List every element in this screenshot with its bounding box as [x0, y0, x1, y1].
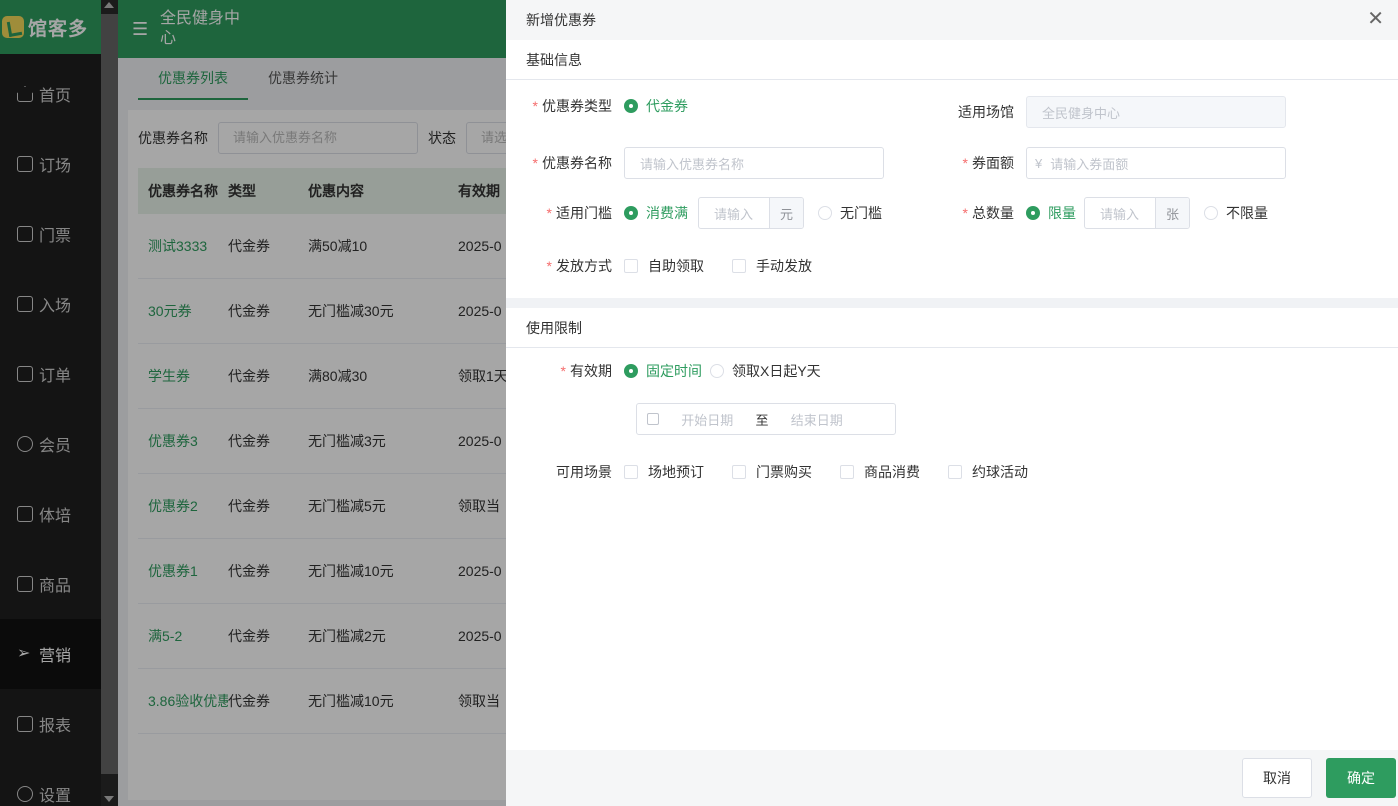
validity-fixed-radio[interactable]: 固定时间 [624, 361, 702, 381]
radio-checked-icon [1026, 206, 1040, 220]
drawer-footer: 取消 确定 [506, 750, 1398, 806]
yuan-unit: 元 [769, 198, 803, 228]
section-divider [506, 298, 1398, 308]
checkbox-icon [732, 259, 746, 273]
drawer-header: 新增优惠券 ✕ [506, 0, 1398, 40]
venue-input: 全民健身中心 [1026, 96, 1286, 128]
app: 馆客多 首页 订场 门票 入场 订单 会员 体培 商品 ➢ 营销 报表 设置 ☰ … [0, 0, 1398, 806]
face-value-row: * 券面额 ¥ 请输入券面额 [886, 147, 1286, 179]
checkbox-icon [732, 465, 746, 479]
threshold-placeholder: 请输入 [714, 206, 754, 222]
coupon-type-radio[interactable]: 代金券 [624, 96, 688, 116]
name-row: * 优惠券名称 请输入优惠券名称 [506, 147, 884, 179]
scene-goods-checkbox[interactable]: 商品消费 [840, 462, 920, 482]
threshold-amount-input[interactable]: 请输入元 [698, 197, 804, 229]
validity-label: * 有效期 [560, 363, 612, 379]
radio-unchecked-icon [818, 206, 832, 220]
checkbox-label: 场地预订 [648, 464, 704, 480]
date-range-row: 开始日期 至 结束日期 [636, 403, 896, 435]
checkbox-icon [624, 259, 638, 273]
total-limited-radio[interactable]: 限量 [1026, 203, 1076, 223]
scene-match-checkbox[interactable]: 约球活动 [948, 462, 1028, 482]
radio-label: 固定时间 [646, 363, 702, 379]
radio-label: 无门槛 [840, 205, 882, 221]
checkbox-label: 自助领取 [648, 258, 704, 274]
end-date-input[interactable]: 结束日期 [791, 410, 843, 429]
coupon-type-row: * 优惠券类型 代金券 [506, 96, 702, 116]
section-limits: 使用限制 [506, 308, 1398, 348]
threshold-label: * 适用门槛 [546, 205, 612, 221]
date-range-picker[interactable]: 开始日期 至 结束日期 [636, 403, 896, 435]
validity-row: * 有效期 固定时间 领取X日起Y天 [506, 361, 835, 381]
radio-label: 限量 [1048, 205, 1076, 221]
name-label: * 优惠券名称 [532, 155, 612, 171]
face-placeholder: 请输入券面额 [1050, 156, 1129, 172]
total-unlimited-radio[interactable]: 不限量 [1204, 203, 1268, 223]
checkbox-label: 商品消费 [864, 464, 920, 480]
scene-ticket-checkbox[interactable]: 门票购买 [732, 462, 812, 482]
scene-label: 可用场景 [556, 464, 612, 480]
issue-row: * 发放方式 自助领取 手动发放 [506, 256, 840, 276]
venue-row: 适用场馆 全民健身中心 [886, 96, 1286, 128]
radio-label: 领取X日起Y天 [732, 363, 821, 379]
coupon-name-input[interactable]: 请输入优惠券名称 [624, 147, 884, 179]
total-placeholder: 请输入 [1100, 206, 1140, 222]
coupon-type-label: * 优惠券类型 [532, 98, 612, 114]
radio-label: 消费满 [646, 205, 688, 221]
checkbox-icon [624, 465, 638, 479]
venue-label: 适用场馆 [958, 104, 1014, 120]
checkbox-icon [840, 465, 854, 479]
threshold-spend-radio[interactable]: 消费满 [624, 203, 688, 223]
checkbox-icon [948, 465, 962, 479]
range-separator: 至 [755, 412, 769, 428]
cancel-button[interactable]: 取消 [1242, 758, 1312, 798]
issue-self-checkbox[interactable]: 自助领取 [624, 256, 704, 276]
radio-checked-icon [624, 99, 638, 113]
threshold-none-radio[interactable]: 无门槛 [818, 203, 882, 223]
total-label: * 总数量 [962, 205, 1014, 221]
total-row: * 总数量 限量 请输入张 不限量 [886, 197, 1282, 229]
face-label: * 券面额 [962, 155, 1014, 171]
confirm-button[interactable]: 确定 [1326, 758, 1396, 798]
zhang-unit: 张 [1155, 198, 1189, 228]
issue-manual-checkbox[interactable]: 手动发放 [732, 256, 812, 276]
calendar-icon [647, 413, 659, 425]
checkbox-label: 手动发放 [756, 258, 812, 274]
checkbox-label: 约球活动 [972, 464, 1028, 480]
checkbox-label: 门票购买 [756, 464, 812, 480]
radio-unchecked-icon [1204, 206, 1218, 220]
threshold-row: * 适用门槛 消费满 请输入元 无门槛 [506, 197, 896, 229]
radio-label: 代金券 [646, 98, 688, 114]
scene-row: 可用场景 场地预订 门票购买 商品消费 约球活动 [506, 462, 1056, 482]
radio-label: 不限量 [1226, 205, 1268, 221]
face-value-input[interactable]: ¥ 请输入券面额 [1026, 147, 1286, 179]
section-basic: 基础信息 [506, 40, 1398, 80]
radio-checked-icon [624, 364, 638, 378]
scene-venue-checkbox[interactable]: 场地预订 [624, 462, 704, 482]
validity-relative-radio[interactable]: 领取X日起Y天 [710, 361, 821, 381]
total-amount-input[interactable]: 请输入张 [1084, 197, 1190, 229]
add-coupon-drawer: 新增优惠券 ✕ 基础信息 * 优惠券类型 代金券 适用场馆 全民健身中心 * 优惠券… [506, 0, 1398, 806]
start-date-input[interactable]: 开始日期 [681, 410, 733, 429]
yen-icon: ¥ [1035, 155, 1043, 171]
drawer-title: 新增优惠券 [526, 12, 596, 28]
issue-label: * 发放方式 [546, 258, 612, 274]
close-icon[interactable]: ✕ [1367, 9, 1384, 29]
radio-unchecked-icon [710, 364, 724, 378]
radio-checked-icon [624, 206, 638, 220]
